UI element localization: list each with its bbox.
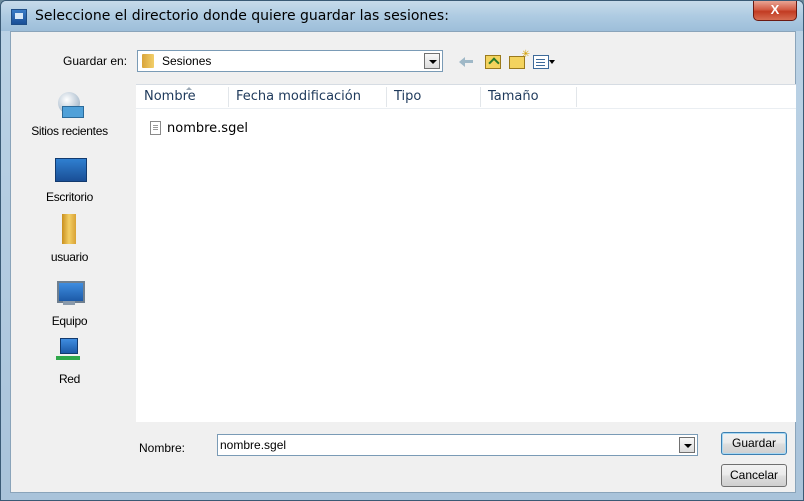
- save-dialog-window: Seleccione el directorio donde quiere gu…: [0, 0, 804, 501]
- column-headers: Nombre Fecha modificación Tipo Tamaño: [136, 85, 796, 109]
- place-computer[interactable]: Equipo: [11, 278, 128, 328]
- chevron-down-icon[interactable]: [424, 53, 440, 69]
- views-menu-icon[interactable]: [533, 52, 555, 70]
- recent-places-icon: [54, 88, 86, 120]
- user-folder-icon: [54, 214, 86, 246]
- place-network[interactable]: Red: [11, 336, 128, 386]
- column-header-name[interactable]: Nombre: [144, 87, 196, 104]
- filename-combobox[interactable]: [217, 434, 698, 456]
- computer-icon: [54, 278, 86, 310]
- dialog-title: Seleccione el directorio donde quiere gu…: [35, 8, 449, 24]
- sort-arrow-icon: [186, 87, 192, 90]
- folder-icon: [142, 54, 154, 68]
- column-header-label: Tamaño: [488, 89, 539, 104]
- column-divider[interactable]: [576, 87, 577, 107]
- place-label: Sitios recientes: [31, 124, 108, 138]
- file-name: nombre.sgel: [167, 120, 248, 136]
- close-button[interactable]: X: [753, 1, 797, 21]
- app-icon: [11, 9, 27, 25]
- cancel-button[interactable]: Cancelar: [721, 464, 787, 487]
- column-header-date[interactable]: Fecha modificación: [236, 89, 361, 104]
- column-header-label: Fecha modificación: [236, 89, 361, 104]
- list-item[interactable]: nombre.sgel: [150, 119, 248, 137]
- up-folder-icon[interactable]: [485, 55, 501, 69]
- place-desktop[interactable]: Escritorio: [11, 154, 128, 204]
- new-folder-icon[interactable]: [509, 49, 530, 69]
- place-label: Escritorio: [45, 190, 93, 204]
- place-user[interactable]: usuario: [11, 214, 128, 264]
- column-header-label: Tipo: [394, 89, 422, 104]
- desktop-icon: [54, 154, 87, 186]
- save-in-value: Sesiones: [162, 54, 212, 68]
- column-header-size[interactable]: Tamaño: [488, 89, 539, 104]
- navigation-toolbar: [459, 49, 555, 72]
- document-icon: [150, 121, 161, 135]
- network-icon: [54, 336, 86, 368]
- column-header-type[interactable]: Tipo: [394, 89, 421, 104]
- column-header-label: Nombre: [144, 89, 196, 104]
- place-label: Red: [58, 372, 81, 386]
- filename-input[interactable]: [220, 437, 670, 453]
- place-label: Equipo: [51, 314, 88, 328]
- dialog-body: Guardar en: Sesiones Sitios recientes Es…: [10, 31, 796, 493]
- column-divider[interactable]: [386, 87, 387, 107]
- save-button[interactable]: Guardar: [721, 432, 787, 455]
- place-label: usuario: [50, 250, 89, 264]
- file-list[interactable]: Nombre Fecha modificación Tipo Tamaño no: [136, 84, 796, 422]
- places-bar: Sitios recientes Escritorio usuario Equi…: [11, 82, 128, 422]
- place-recent[interactable]: Sitios recientes: [11, 88, 128, 138]
- save-in-label: Guardar en:: [63, 54, 128, 68]
- back-arrow-icon[interactable]: [459, 52, 477, 70]
- title-bar[interactable]: Seleccione el directorio donde quiere gu…: [1, 1, 803, 31]
- filename-label: Nombre:: [139, 441, 186, 455]
- column-divider[interactable]: [480, 87, 481, 107]
- column-divider[interactable]: [228, 87, 229, 107]
- chevron-down-icon[interactable]: [679, 437, 695, 453]
- save-in-dropdown[interactable]: Sesiones: [137, 50, 443, 72]
